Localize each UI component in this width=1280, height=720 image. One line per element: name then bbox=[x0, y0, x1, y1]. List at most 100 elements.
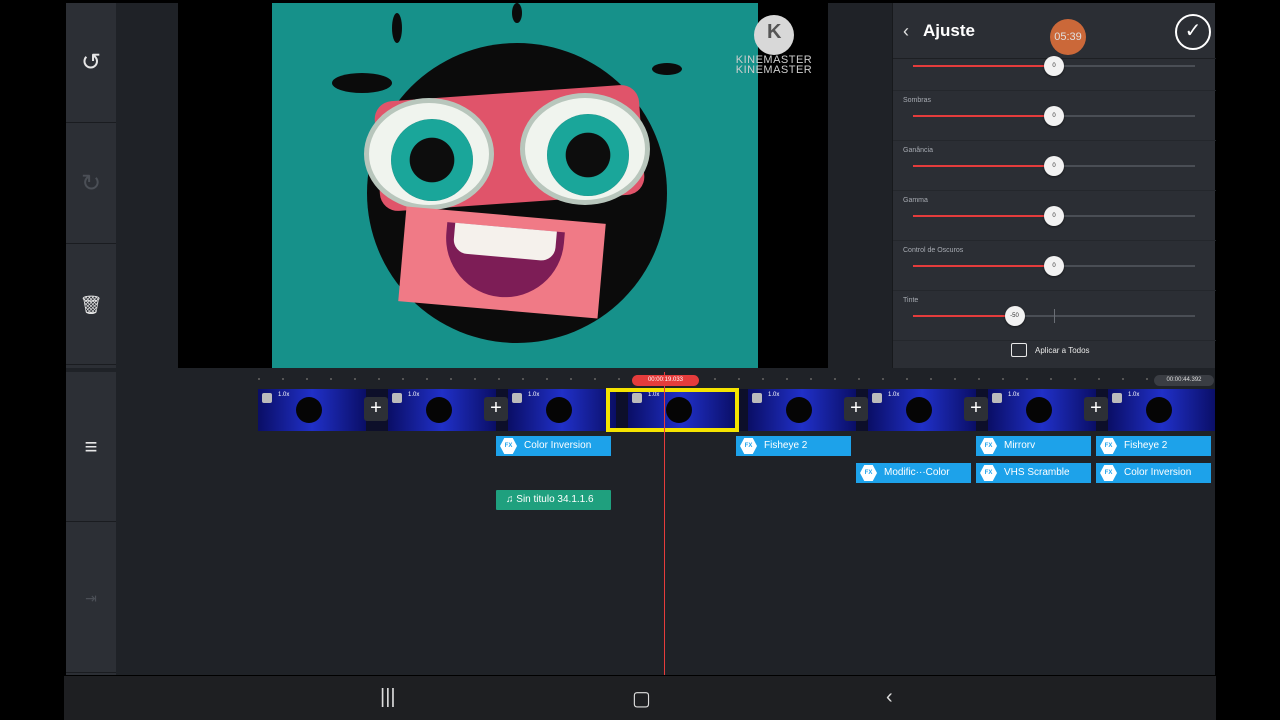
ruler-tick bbox=[306, 378, 308, 380]
add-transition-icon[interactable]: + bbox=[844, 397, 868, 421]
slider-track[interactable]: -50 bbox=[913, 306, 1195, 326]
video-clip[interactable]: 1.0x bbox=[868, 389, 976, 431]
ruler-tick bbox=[330, 378, 332, 380]
slider-knob[interactable]: 0 bbox=[1044, 106, 1064, 126]
video-clip[interactable]: 1.0x bbox=[1108, 389, 1215, 431]
redo-button[interactable]: ↻ bbox=[66, 124, 116, 244]
ruler-tick bbox=[882, 378, 884, 380]
effect-layer[interactable]: FX Fisheye 2 bbox=[736, 436, 851, 456]
add-transition-icon[interactable]: + bbox=[1084, 397, 1108, 421]
current-time-badge: 00:00:19.033 bbox=[632, 375, 699, 386]
chevron-left-icon[interactable]: ‹ bbox=[903, 21, 909, 42]
expand-timeline-button[interactable]: ≡ bbox=[66, 372, 116, 522]
music-note-icon: ♫ bbox=[506, 494, 517, 505]
clip-type-icon bbox=[752, 393, 762, 403]
delete-button[interactable]: 🗑︎ bbox=[66, 245, 116, 365]
video-clip[interactable]: 1.0x bbox=[258, 389, 366, 431]
slider-row: Tinte -50 bbox=[893, 291, 1216, 341]
fx-icon: FX bbox=[740, 438, 757, 454]
slider-knob[interactable]: 0 bbox=[1044, 56, 1064, 76]
ruler-tick bbox=[426, 378, 428, 380]
ruler-tick bbox=[858, 378, 860, 380]
slider-track[interactable]: 0 bbox=[913, 256, 1195, 276]
clip-type-icon bbox=[1112, 393, 1122, 403]
timeline[interactable]: 00:00:19.033 00:00:44.392 1.0x 1.0x 1.0x 1.… bbox=[118, 372, 1215, 675]
clip-type-icon bbox=[392, 393, 402, 403]
effect-layer-label: Fisheye 2 bbox=[764, 440, 808, 451]
redo-icon: ↻ bbox=[80, 169, 102, 197]
kinemaster-logo-icon: K bbox=[754, 15, 794, 55]
slider-track[interactable]: 0 bbox=[913, 156, 1195, 176]
ruler-tick bbox=[258, 378, 260, 380]
ruler-tick bbox=[954, 378, 956, 380]
fx-icon: FX bbox=[1100, 438, 1117, 454]
clip-type-icon bbox=[512, 393, 522, 403]
home-icon[interactable]: ▢ bbox=[632, 686, 651, 711]
ruler-tick bbox=[714, 378, 716, 380]
jump-to-end-button[interactable]: ⇥ bbox=[66, 523, 116, 673]
effect-layer[interactable]: FX Color Inversion bbox=[1096, 463, 1211, 483]
back-icon[interactable]: ‹ bbox=[886, 686, 893, 709]
video-clip[interactable]: 1.0x bbox=[388, 389, 496, 431]
effect-layer-label: Modific···Color bbox=[884, 467, 950, 478]
selected-clip[interactable] bbox=[606, 388, 739, 432]
clip-speed: 1.0x bbox=[1008, 392, 1020, 398]
slider-row: Ganância 0 bbox=[893, 141, 1216, 191]
ruler-tick bbox=[594, 378, 596, 380]
slider-track[interactable]: 0 bbox=[913, 56, 1195, 76]
kinemaster-watermark: K KINEMASTER KINEMASTER bbox=[734, 15, 814, 76]
playhead[interactable] bbox=[664, 372, 665, 675]
slider-knob[interactable]: 0 bbox=[1044, 156, 1064, 176]
left-toolbar: ↺ ↻ 🗑︎ bbox=[66, 3, 116, 368]
slider-fill bbox=[913, 65, 1054, 67]
effect-layer-label: Mirrorv bbox=[1004, 440, 1036, 451]
add-transition-icon[interactable]: + bbox=[964, 397, 988, 421]
fx-icon: FX bbox=[980, 465, 997, 481]
slider-fill bbox=[913, 165, 1054, 167]
copy-icon bbox=[1011, 343, 1027, 357]
slider-track[interactable]: 0 bbox=[913, 106, 1195, 126]
trash-icon: 🗑︎ bbox=[79, 294, 103, 315]
recent-apps-icon[interactable]: ||| bbox=[380, 686, 396, 709]
effect-layer-label: Color Inversion bbox=[1124, 467, 1192, 478]
ruler-tick bbox=[930, 378, 932, 380]
effect-layer[interactable]: FX Color Inversion bbox=[496, 436, 611, 456]
add-transition-icon[interactable]: + bbox=[484, 397, 508, 421]
effect-layer[interactable]: FX Fisheye 2 bbox=[1096, 436, 1211, 456]
slider-label: Control de Oscuros bbox=[903, 247, 964, 254]
effect-layer-label: VHS Scramble bbox=[1004, 467, 1070, 478]
ruler-tick bbox=[282, 378, 284, 380]
clip-type-icon bbox=[872, 393, 882, 403]
ruler-tick bbox=[738, 378, 740, 380]
slider-knob[interactable]: 0 bbox=[1044, 206, 1064, 226]
ruler-tick bbox=[402, 378, 404, 380]
effect-layer[interactable]: FX Modific···Color bbox=[856, 463, 971, 483]
slider-knob[interactable]: 0 bbox=[1044, 256, 1064, 276]
slider-label: Sombras bbox=[903, 97, 932, 104]
ruler-tick bbox=[1026, 378, 1028, 380]
slider-row: 0 bbox=[893, 41, 1216, 91]
slider-row: Gamma 0 bbox=[893, 191, 1216, 241]
video-clip[interactable]: 1.0x bbox=[508, 389, 616, 431]
slider-fill bbox=[913, 265, 1054, 267]
video-clip[interactable]: 1.0x bbox=[988, 389, 1096, 431]
ruler-tick bbox=[1002, 378, 1004, 380]
apply-all-button[interactable]: Aplicar a Todos bbox=[1011, 343, 1090, 357]
video-preview[interactable]: K KINEMASTER KINEMASTER bbox=[178, 3, 828, 368]
audio-clip[interactable]: ♫ Sin titulo 34.1.1.6 bbox=[496, 490, 611, 510]
ruler-tick bbox=[906, 378, 908, 380]
slider-knob[interactable]: -50 bbox=[1004, 306, 1025, 326]
effect-layer[interactable]: FX VHS Scramble bbox=[976, 463, 1091, 483]
clip-speed: 1.0x bbox=[528, 392, 540, 398]
effect-layer[interactable]: FX Mirrorv bbox=[976, 436, 1091, 456]
check-icon: ✓ bbox=[1184, 20, 1202, 42]
timeline-toolbar: ≡ ⇥ bbox=[66, 372, 116, 675]
video-clip[interactable]: 1.0x bbox=[748, 389, 856, 431]
slider-fill bbox=[913, 115, 1054, 117]
slider-row: Sombras 0 bbox=[893, 91, 1216, 141]
slider-track[interactable]: 0 bbox=[913, 206, 1195, 226]
add-transition-icon[interactable]: + bbox=[364, 397, 388, 421]
ruler-tick bbox=[786, 378, 788, 380]
undo-button[interactable]: ↺ bbox=[66, 3, 116, 123]
jump-end-icon: ⇥ bbox=[85, 589, 97, 606]
